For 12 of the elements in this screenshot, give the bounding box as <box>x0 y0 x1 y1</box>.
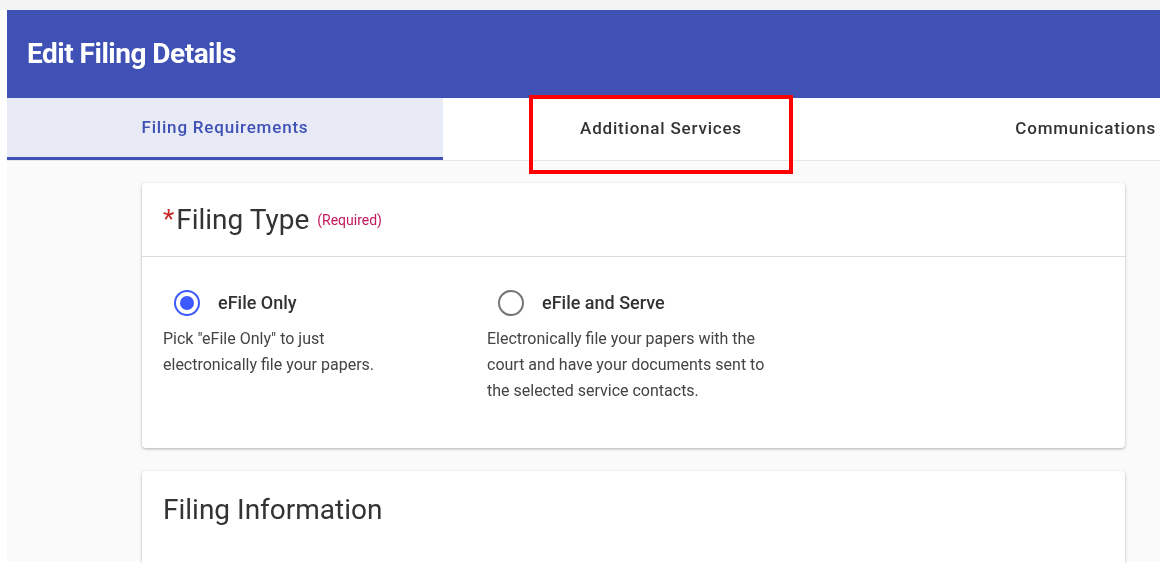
card-title: Filing Information <box>163 492 384 528</box>
option-description: Electronically file your papers with the court and have your documents sent to the selected service contacts. <box>487 328 766 402</box>
tab[interactable]: Filing Requirements <box>7 98 443 160</box>
card-title: Filing Type <box>176 201 310 238</box>
radio-option[interactable]: eFile and Serve <box>487 289 787 316</box>
required-mark: * <box>163 203 175 236</box>
radio-button[interactable] <box>174 289 200 316</box>
required-note: (Required) <box>317 211 382 231</box>
radio-option[interactable]: eFile Only <box>163 289 417 316</box>
option-description: Pick "eFile Only" to just electronically file your papers. <box>163 328 376 376</box>
page-title: Edit Filing Details <box>27 36 236 72</box>
radio-button[interactable] <box>498 289 524 316</box>
